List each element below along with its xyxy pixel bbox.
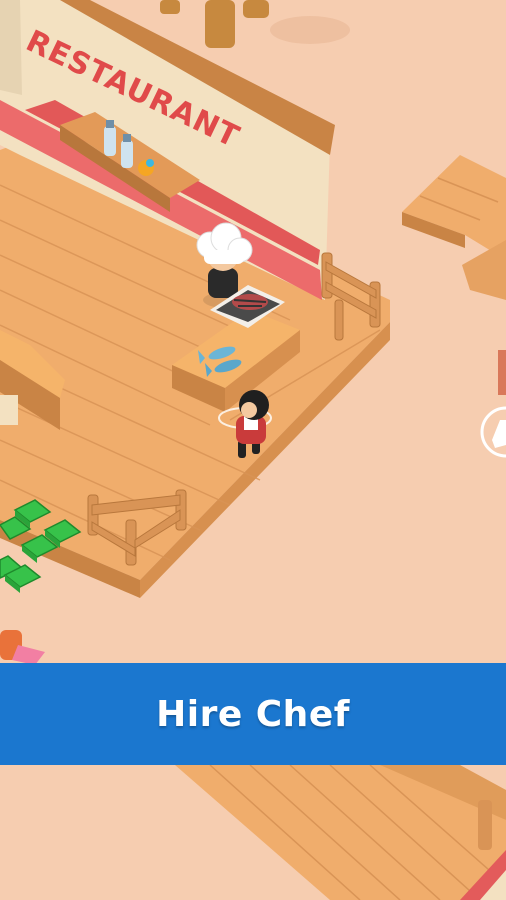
hire-chef-label: Hire Chef [156,693,350,735]
bottle-icon [104,126,116,156]
bottle-icon [121,140,133,168]
hire-chef-banner[interactable]: Hire Chef [0,663,506,765]
game-scene[interactable]: RESTAURANT [0,0,506,900]
